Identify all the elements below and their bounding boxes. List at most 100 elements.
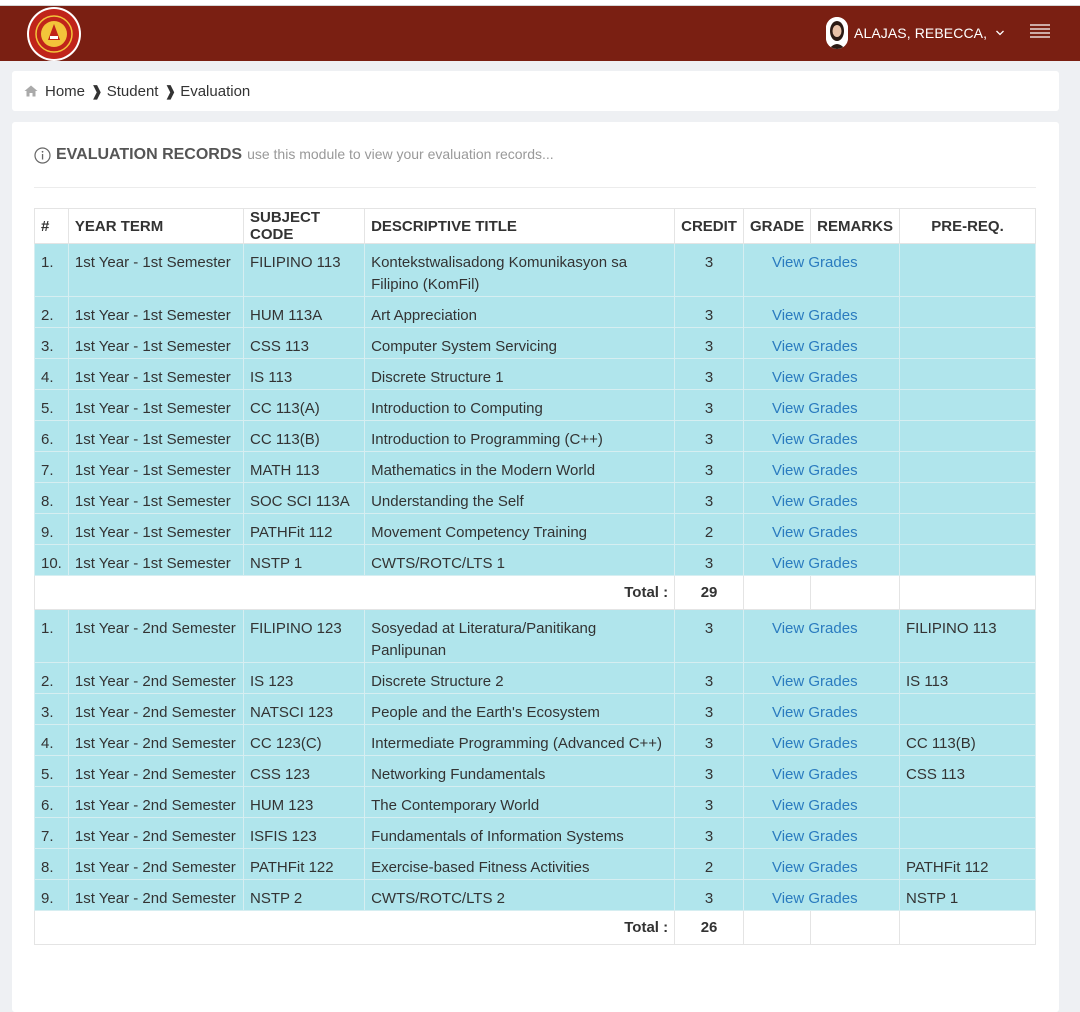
prereq-cell: [898, 786, 1037, 818]
descriptive-title-cell: Kontekstwalisadong Komunikasyon sa Filip…: [364, 243, 676, 297]
table-row: 4. 1st Year - 1st Semester IS 113 Discrete …: [34, 358, 1037, 390]
view-grades-link[interactable]: View Grades: [742, 848, 900, 880]
credit-cell: 3: [674, 662, 744, 694]
subject-code-cell: MATH 113: [242, 451, 366, 483]
year-term-cell: 1st Year - 1st Semester: [67, 389, 244, 421]
year-term-cell: 1st Year - 1st Semester: [67, 296, 244, 328]
total-remarks-cell: [810, 910, 900, 945]
view-grades-link[interactable]: View Grades: [742, 243, 900, 297]
year-term-cell: 1st Year - 1st Semester: [67, 327, 244, 359]
row-number: 3.: [34, 327, 69, 359]
breadcrumb-separator-icon: ❱: [164, 82, 177, 99]
col-header-subject-code: SUBJECT CODE: [242, 208, 366, 244]
view-grades-link[interactable]: View Grades: [742, 879, 900, 911]
view-grades-link[interactable]: View Grades: [742, 786, 900, 818]
prereq-cell: IS 113: [898, 662, 1037, 694]
subject-code-cell: NSTP 2: [242, 879, 366, 911]
table-row: 3. 1st Year - 2nd Semester NATSCI 123 Peopl…: [34, 693, 1037, 725]
breadcrumb-home[interactable]: Home: [45, 83, 85, 100]
prereq-cell: CC 113(B): [898, 724, 1037, 756]
view-grades-link[interactable]: View Grades: [742, 327, 900, 359]
descriptive-title-cell: Exercise-based Fitness Activities: [364, 848, 676, 880]
subject-code-cell: PATHFit 122: [242, 848, 366, 880]
year-term-cell: 1st Year - 1st Semester: [67, 513, 244, 545]
home-icon: [24, 85, 38, 97]
descriptive-title-cell: The Contemporary World: [364, 786, 676, 818]
col-header-prereq: PRE-REQ.: [898, 208, 1037, 244]
row-number: 2.: [34, 296, 69, 328]
prereq-cell: PATHFit 112: [898, 848, 1037, 880]
breadcrumb-student[interactable]: Student: [107, 83, 159, 100]
prereq-cell: [898, 544, 1037, 576]
year-term-cell: 1st Year - 1st Semester: [67, 544, 244, 576]
table-row: 8. 1st Year - 1st Semester SOC SCI 113A Und…: [34, 482, 1037, 514]
row-number: 8.: [34, 482, 69, 514]
credit-cell: 2: [674, 513, 744, 545]
view-grades-link[interactable]: View Grades: [742, 482, 900, 514]
table-row: 6. 1st Year - 1st Semester CC 113(B) Introd…: [34, 420, 1037, 452]
row-number: 1.: [34, 609, 69, 663]
view-grades-link[interactable]: View Grades: [742, 358, 900, 390]
col-header-credit: CREDIT: [674, 208, 744, 244]
user-menu[interactable]: ALAJAS, REBECCA,: [826, 16, 1005, 50]
row-number: 6.: [34, 420, 69, 452]
total-remarks-cell: [810, 575, 900, 610]
year-term-cell: 1st Year - 1st Semester: [67, 451, 244, 483]
subject-code-cell: IS 123: [242, 662, 366, 694]
credit-cell: 3: [674, 327, 744, 359]
total-prereq-cell: [898, 575, 1037, 610]
table-row: 9. 1st Year - 2nd Semester NSTP 2 CWTS/ROTC…: [34, 879, 1037, 911]
subject-code-cell: NATSCI 123: [242, 693, 366, 725]
total-prereq-cell: [898, 910, 1037, 945]
year-term-cell: 1st Year - 2nd Semester: [67, 817, 244, 849]
subject-code-cell: ISFIS 123: [242, 817, 366, 849]
view-grades-link[interactable]: View Grades: [742, 389, 900, 421]
view-grades-link[interactable]: View Grades: [742, 662, 900, 694]
view-grades-link[interactable]: View Grades: [742, 420, 900, 452]
year-term-cell: 1st Year - 2nd Semester: [67, 879, 244, 911]
table-row: 9. 1st Year - 1st Semester PATHFit 112 Move…: [34, 513, 1037, 545]
breadcrumb: Home ❱ Student ❱ Evaluation: [12, 71, 1059, 111]
descriptive-title-cell: Computer System Servicing: [364, 327, 676, 359]
total-grade-cell: [742, 575, 812, 610]
subject-code-cell: FILIPINO 123: [242, 609, 366, 663]
subject-code-cell: CSS 123: [242, 755, 366, 787]
row-number: 5.: [34, 389, 69, 421]
view-grades-link[interactable]: View Grades: [742, 724, 900, 756]
col-header-remarks: REMARKS: [810, 208, 900, 244]
credit-cell: 3: [674, 296, 744, 328]
descriptive-title-cell: Art Appreciation: [364, 296, 676, 328]
table-row: 1. 1st Year - 2nd Semester FILIPINO 123 Sos…: [34, 609, 1037, 663]
total-row: Total :29: [33, 575, 1037, 610]
year-term-cell: 1st Year - 1st Semester: [67, 358, 244, 390]
year-term-cell: 1st Year - 2nd Semester: [67, 755, 244, 787]
table-row: 2. 1st Year - 1st Semester HUM 113A Art App…: [34, 296, 1037, 328]
view-grades-link[interactable]: View Grades: [742, 755, 900, 787]
table-row: 4. 1st Year - 2nd Semester CC 123(C) Interm…: [34, 724, 1037, 756]
view-grades-link[interactable]: View Grades: [742, 513, 900, 545]
row-number: 4.: [34, 358, 69, 390]
school-logo[interactable]: [26, 6, 82, 62]
descriptive-title-cell: Introduction to Computing: [364, 389, 676, 421]
view-grades-link[interactable]: View Grades: [742, 609, 900, 663]
evaluation-table: # YEAR TERM SUBJECT CODE DESCRIPTIVE TIT…: [33, 208, 1037, 945]
year-term-cell: 1st Year - 2nd Semester: [67, 609, 244, 663]
view-grades-link[interactable]: View Grades: [742, 693, 900, 725]
prereq-cell: [898, 817, 1037, 849]
table-row: 3. 1st Year - 1st Semester CSS 113 Computer…: [34, 327, 1037, 359]
menu-icon[interactable]: [1029, 22, 1051, 42]
view-grades-link[interactable]: View Grades: [742, 544, 900, 576]
descriptive-title-cell: Mathematics in the Modern World: [364, 451, 676, 483]
prereq-cell: [898, 513, 1037, 545]
panel-header: EVALUATION RECORDS use this module to vi…: [34, 146, 554, 164]
total-grade-cell: [742, 910, 812, 945]
view-grades-link[interactable]: View Grades: [742, 817, 900, 849]
col-header-descriptive-title: DESCRIPTIVE TITLE: [364, 208, 676, 244]
credit-cell: 3: [674, 544, 744, 576]
col-header-grade: GRADE: [742, 208, 812, 244]
credit-cell: 3: [674, 693, 744, 725]
view-grades-link[interactable]: View Grades: [742, 296, 900, 328]
view-grades-link[interactable]: View Grades: [742, 451, 900, 483]
page-title: EVALUATION RECORDS: [56, 146, 243, 163]
row-number: 9.: [34, 879, 69, 911]
